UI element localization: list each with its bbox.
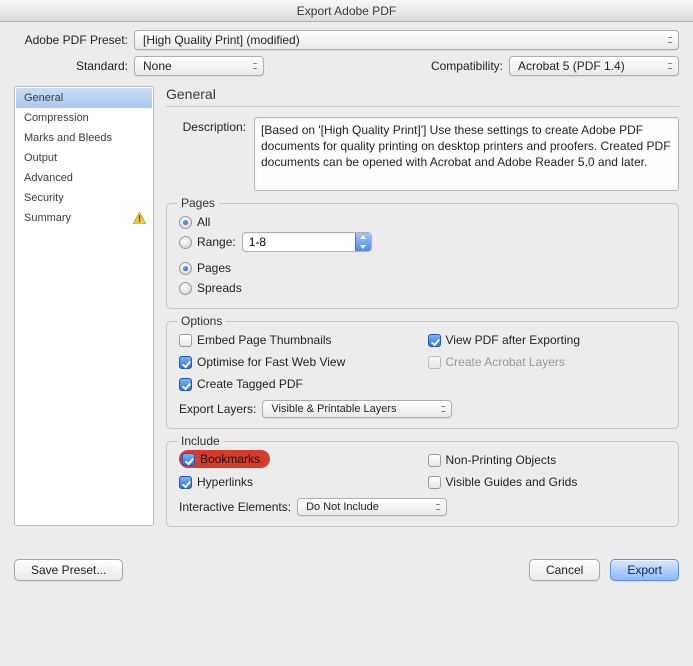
radio-pages[interactable]: Pages	[179, 261, 231, 275]
description-text[interactable]: [Based on '[High Quality Print]'] Use th…	[254, 117, 679, 191]
interactive-elements-label: Interactive Elements:	[179, 500, 291, 514]
warning-icon	[133, 212, 146, 224]
sidebar-item-output[interactable]: Output	[16, 148, 152, 168]
range-input[interactable]	[242, 232, 372, 252]
interactive-elements-dropdown[interactable]: Do Not Include	[297, 498, 447, 516]
radio-spreads[interactable]: Spreads	[179, 281, 242, 295]
section-sidebar: General Compression Marks and Bleeds Out…	[14, 86, 154, 526]
standard-label: Standard:	[14, 59, 134, 73]
check-tagged-pdf[interactable]: Create Tagged PDF	[179, 377, 418, 391]
compat-value: Acrobat 5 (PDF 1.4)	[518, 59, 625, 73]
range-text[interactable]	[243, 233, 355, 251]
check-view-after[interactable]: View PDF after Exporting	[428, 333, 667, 347]
panel-general: General Description: [Based on '[High Qu…	[166, 86, 679, 539]
sidebar-item-general[interactable]: General	[16, 88, 152, 108]
divider	[166, 106, 679, 107]
sidebar-item-advanced[interactable]: Advanced	[16, 168, 152, 188]
standard-value: None	[143, 59, 172, 73]
include-group: Include Bookmarks Non-Printing Objects H…	[166, 441, 679, 527]
compat-dropdown[interactable]: Acrobat 5 (PDF 1.4)	[509, 56, 679, 76]
description-label: Description:	[166, 117, 246, 134]
export-layers-dropdown[interactable]: Visible & Printable Layers	[262, 400, 452, 418]
save-preset-button[interactable]: Save Preset...	[14, 559, 123, 581]
bookmarks-highlight: Bookmarks	[179, 450, 270, 468]
sidebar-item-compression[interactable]: Compression	[16, 108, 152, 128]
export-pdf-window: Export Adobe PDF Adobe PDF Preset: [High…	[0, 0, 693, 595]
cancel-button[interactable]: Cancel	[529, 559, 600, 581]
sidebar-item-marks-and-bleeds[interactable]: Marks and Bleeds	[16, 128, 152, 148]
check-nonprinting[interactable]: Non-Printing Objects	[428, 453, 667, 467]
radio-range[interactable]: Range:	[179, 235, 236, 249]
panel-heading: General	[166, 86, 679, 102]
preset-dropdown[interactable]: [High Quality Print] (modified)	[134, 30, 679, 50]
preset-value: [High Quality Print] (modified)	[143, 33, 300, 47]
export-layers-label: Export Layers:	[179, 402, 256, 416]
radio-all[interactable]: All	[179, 215, 210, 229]
export-button[interactable]: Export	[610, 559, 679, 581]
options-legend: Options	[177, 314, 226, 328]
range-stepper-icon[interactable]	[355, 232, 371, 252]
window-title: Export Adobe PDF	[0, 0, 693, 22]
check-acrobat-layers: Create Acrobat Layers	[428, 355, 667, 369]
include-legend: Include	[177, 434, 224, 448]
check-embed-thumbnails[interactable]: Embed Page Thumbnails	[179, 333, 418, 347]
pages-legend: Pages	[177, 196, 219, 210]
footer: Save Preset... Cancel Export	[0, 549, 693, 595]
sidebar-item-security[interactable]: Security	[16, 188, 152, 208]
standard-dropdown[interactable]: None	[134, 56, 264, 76]
compat-label: Compatibility:	[431, 59, 509, 73]
check-bookmarks[interactable]: Bookmarks	[182, 452, 260, 466]
options-group: Options Embed Page Thumbnails View PDF a…	[166, 321, 679, 429]
check-guides[interactable]: Visible Guides and Grids	[428, 475, 667, 489]
sidebar-item-summary[interactable]: Summary	[16, 208, 152, 228]
pages-group: Pages All Range: Pages Spreads	[166, 203, 679, 309]
top-controls: Adobe PDF Preset: [High Quality Print] (…	[0, 22, 693, 86]
check-hyperlinks[interactable]: Hyperlinks	[179, 475, 418, 489]
check-optimise[interactable]: Optimise for Fast Web View	[179, 355, 418, 369]
preset-label: Adobe PDF Preset:	[14, 33, 134, 47]
